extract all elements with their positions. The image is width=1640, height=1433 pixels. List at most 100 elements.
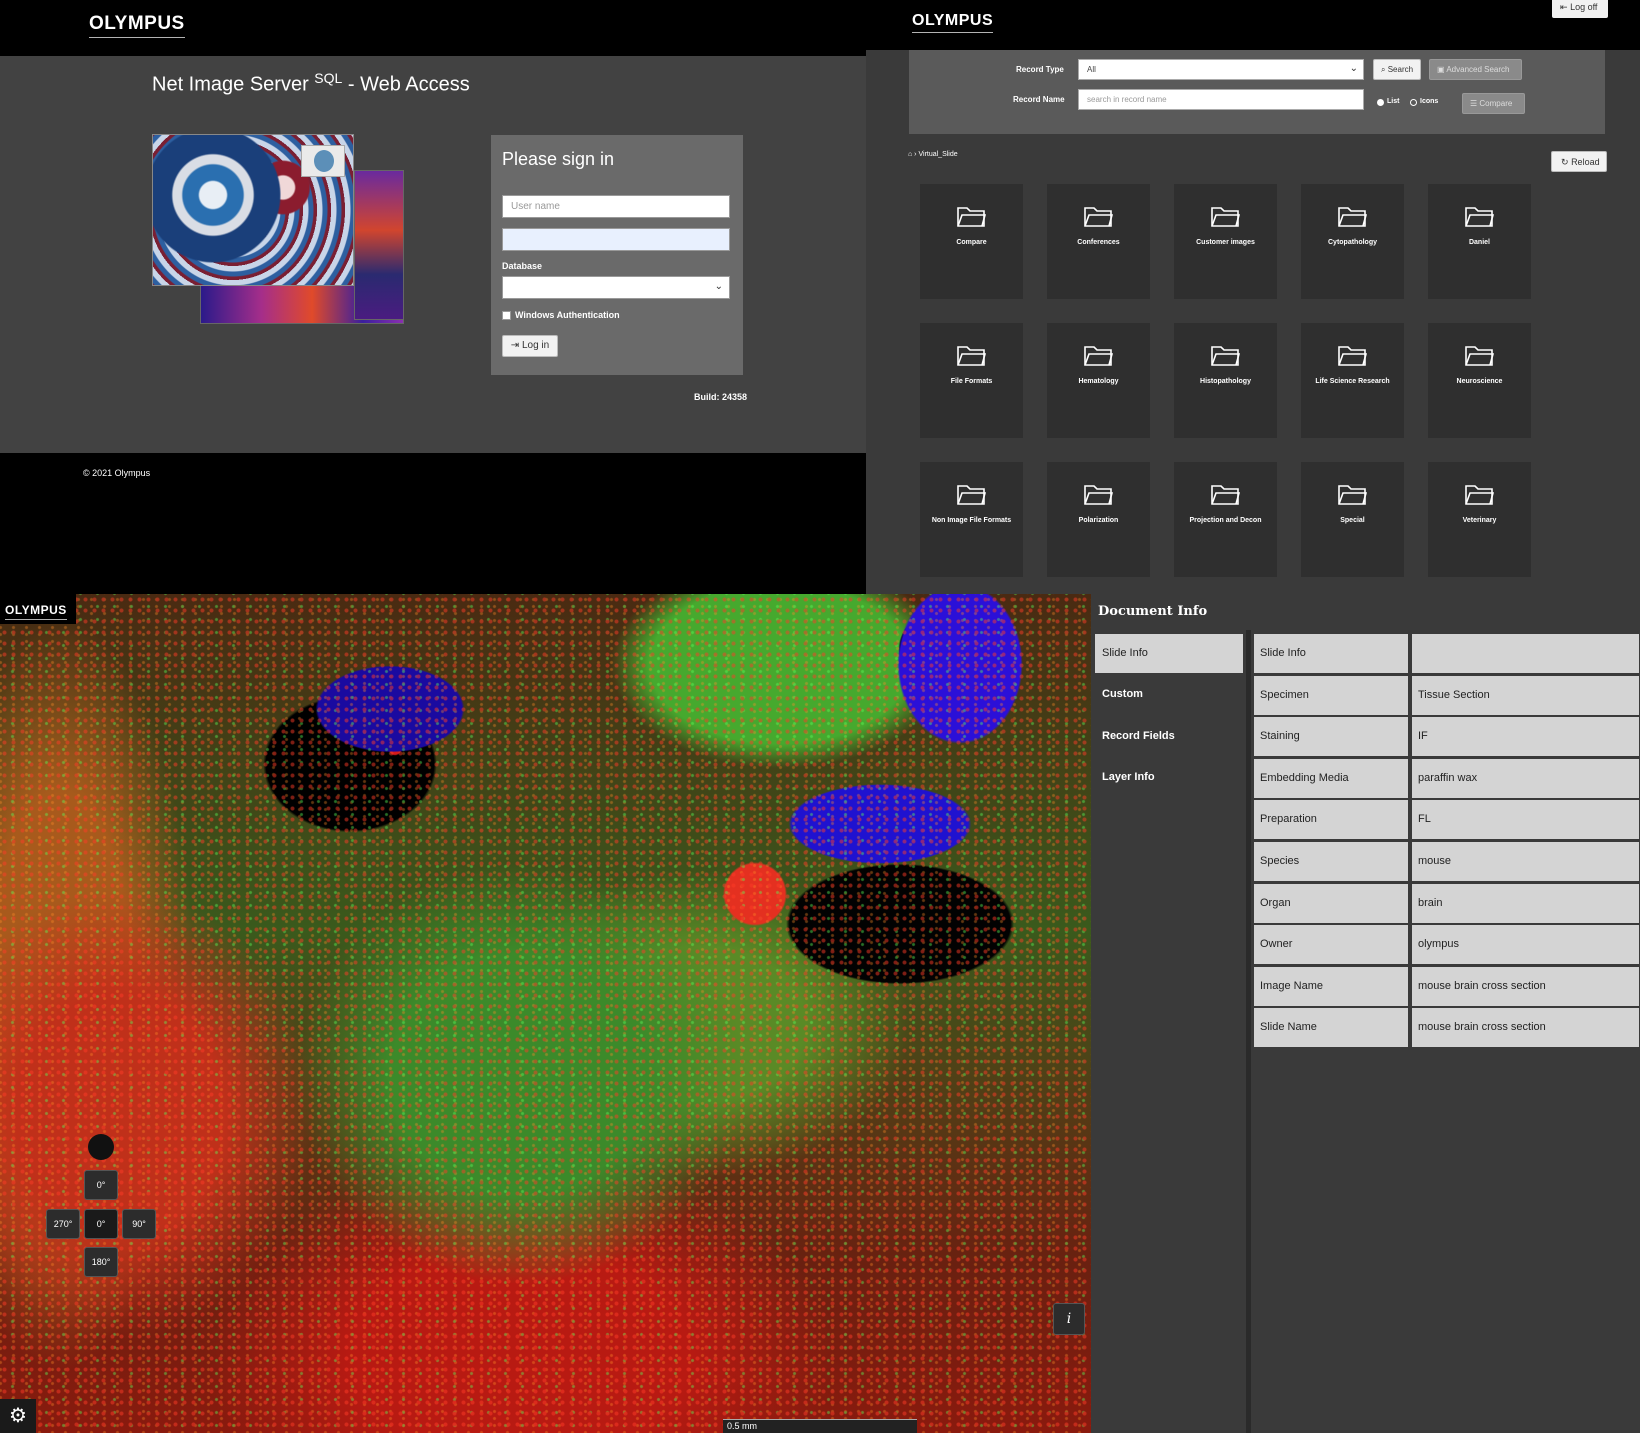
database-select[interactable]: ⌄ [502, 276, 730, 299]
field-name: Species [1254, 842, 1408, 881]
compare-button[interactable]: ☰ Compare [1462, 93, 1525, 114]
folder-icon [1338, 485, 1367, 505]
folder-label: Neuroscience [1456, 378, 1503, 385]
slide-viewer[interactable]: OLYMPUS 0° 270° 0° 90° 180° i ⚙ 0.5 mm [0, 594, 1091, 1433]
search-icon: ⌕ [1381, 65, 1386, 74]
breadcrumb: ⌂ › Virtual_Slide [908, 151, 958, 158]
home-icon[interactable]: ⌂ [908, 151, 912, 158]
field-value: mouse brain cross section [1412, 966, 1639, 1006]
build-number: Build: 24358 [694, 392, 748, 402]
reload-icon: ↻ [1561, 157, 1569, 167]
table-row: Owner olympus [1254, 925, 1639, 965]
folder-tile[interactable]: File Formats [920, 323, 1023, 438]
document-info-title: Document Info [1098, 604, 1208, 619]
view-list-radio[interactable] [1377, 99, 1384, 106]
rotate-0-button[interactable]: 0° [84, 1170, 118, 1200]
field-value: IF [1412, 717, 1639, 757]
folder-tile[interactable]: Histopathology [1174, 323, 1277, 438]
table-row: Species mouse [1254, 842, 1639, 881]
view-icons-radio[interactable] [1410, 99, 1417, 106]
page-title: Net Image Server SQL - Web Access [152, 70, 470, 96]
folder-icon [1084, 346, 1113, 366]
advanced-search-button[interactable]: ▣ Advanced Search [1429, 59, 1522, 80]
folder-tile[interactable]: Cytopathology [1301, 184, 1404, 299]
folder-tile[interactable]: Neuroscience [1428, 323, 1531, 438]
login-body: Net Image Server SQL - Web Access Please… [0, 56, 866, 453]
field-name: Preparation [1254, 800, 1408, 840]
rotation-dial-knob[interactable] [88, 1134, 114, 1160]
rotate-90-button[interactable]: 90° [122, 1209, 156, 1239]
field-value: FL [1412, 800, 1639, 840]
folder-tile[interactable]: Hematology [1047, 323, 1150, 438]
folder-label: Hematology [1078, 378, 1119, 385]
field-name: Image Name [1254, 966, 1408, 1006]
rotate-270-button[interactable]: 270° [46, 1209, 80, 1239]
folder-tile[interactable]: Compare [920, 184, 1023, 299]
folder-icon [1084, 207, 1113, 227]
panel-divider[interactable] [1246, 630, 1251, 1433]
folder-icon [957, 485, 986, 505]
folder-tile[interactable]: Life Science Research [1301, 323, 1404, 438]
olympus-logo: OLYMPUS [5, 603, 67, 620]
folder-label: Polarization [1078, 517, 1119, 524]
field-name: Slide Name [1254, 1008, 1408, 1048]
copyright-text: © 2021 Olympus [83, 468, 151, 478]
tab-layer-info[interactable]: Layer Info [1095, 758, 1243, 797]
rotation-center-readout: 0° [84, 1209, 118, 1239]
compare-icon: ☰ [1470, 99, 1478, 108]
gear-icon[interactable]: ⚙ [0, 1399, 36, 1433]
field-value: olympus [1412, 925, 1639, 965]
fluorescence-image [0, 594, 1091, 1433]
folder-label: Non Image File Formats [931, 517, 1012, 524]
folder-label: Histopathology [1200, 378, 1251, 385]
logoff-button[interactable]: ⇤ Log off [1552, 0, 1608, 18]
reload-button[interactable]: ↻ Reload [1551, 151, 1607, 172]
signin-form: Please sign in User name Database ⌄ Wind… [491, 135, 743, 375]
password-input[interactable] [502, 228, 730, 251]
record-name-input[interactable]: search in record name [1078, 89, 1364, 110]
logoff-icon: ⇤ [1560, 2, 1568, 12]
username-input[interactable]: User name [502, 195, 730, 218]
folder-label: Special [1340, 517, 1365, 524]
tab-slide-info[interactable]: Slide Info [1095, 634, 1243, 673]
table-row: Specimen Tissue Section [1254, 675, 1639, 715]
folder-tile[interactable]: Non Image File Formats [920, 462, 1023, 577]
folder-tile[interactable]: Polarization [1047, 462, 1150, 577]
field-value: mouse brain cross section [1412, 1008, 1639, 1048]
table-row: Image Name mouse brain cross section [1254, 966, 1639, 1006]
folder-icon [1211, 207, 1240, 227]
folder-icon [1084, 485, 1113, 505]
folder-label: Daniel [1468, 239, 1490, 246]
chevron-down-icon: ⌄ [714, 281, 723, 292]
rotate-180-button[interactable]: 180° [84, 1247, 118, 1277]
login-button[interactable]: ⇥ Log in [502, 335, 558, 357]
login-page: OLYMPUS Net Image Server SQL - Web Acces… [0, 0, 866, 594]
folder-label: Veterinary [1462, 517, 1497, 524]
login-icon: ⇥ [510, 340, 520, 351]
folder-tile[interactable]: Veterinary [1428, 462, 1531, 577]
folder-tile[interactable]: Conferences [1047, 184, 1150, 299]
breadcrumb-current[interactable]: Virtual_Slide [918, 151, 957, 158]
folder-icon [1465, 346, 1494, 366]
folder-tile[interactable]: Special [1301, 462, 1404, 577]
browser-header: OLYMPUS ⇤ Log off [866, 0, 1640, 50]
product-preview-image [152, 134, 404, 326]
folder-tile[interactable]: Daniel [1428, 184, 1531, 299]
folder-tile[interactable]: Customer images [1174, 184, 1277, 299]
tab-custom[interactable]: Custom [1095, 675, 1243, 714]
info-button[interactable]: i [1053, 1303, 1085, 1335]
database-label: Database [502, 261, 543, 271]
windows-auth-label: Windows Authentication [515, 310, 620, 320]
tab-record-fields[interactable]: Record Fields [1095, 717, 1243, 756]
table-row: Staining IF [1254, 717, 1639, 757]
field-value: Tissue Section [1412, 675, 1639, 715]
advanced-search-icon: ▣ [1437, 65, 1445, 74]
folder-tile[interactable]: Projection and Decon [1174, 462, 1277, 577]
folder-icon [1338, 207, 1367, 227]
record-type-select[interactable]: All ⌄ [1078, 59, 1364, 80]
search-button[interactable]: ⌕ Search [1373, 59, 1422, 80]
windows-auth-checkbox[interactable] [502, 311, 511, 320]
chevron-down-icon: ⌄ [1349, 63, 1358, 74]
record-browser: OLYMPUS ⇤ Log off Record Type All ⌄ ⌕ Sea… [866, 0, 1640, 594]
table-row: Embedding Media paraffin wax [1254, 758, 1639, 798]
